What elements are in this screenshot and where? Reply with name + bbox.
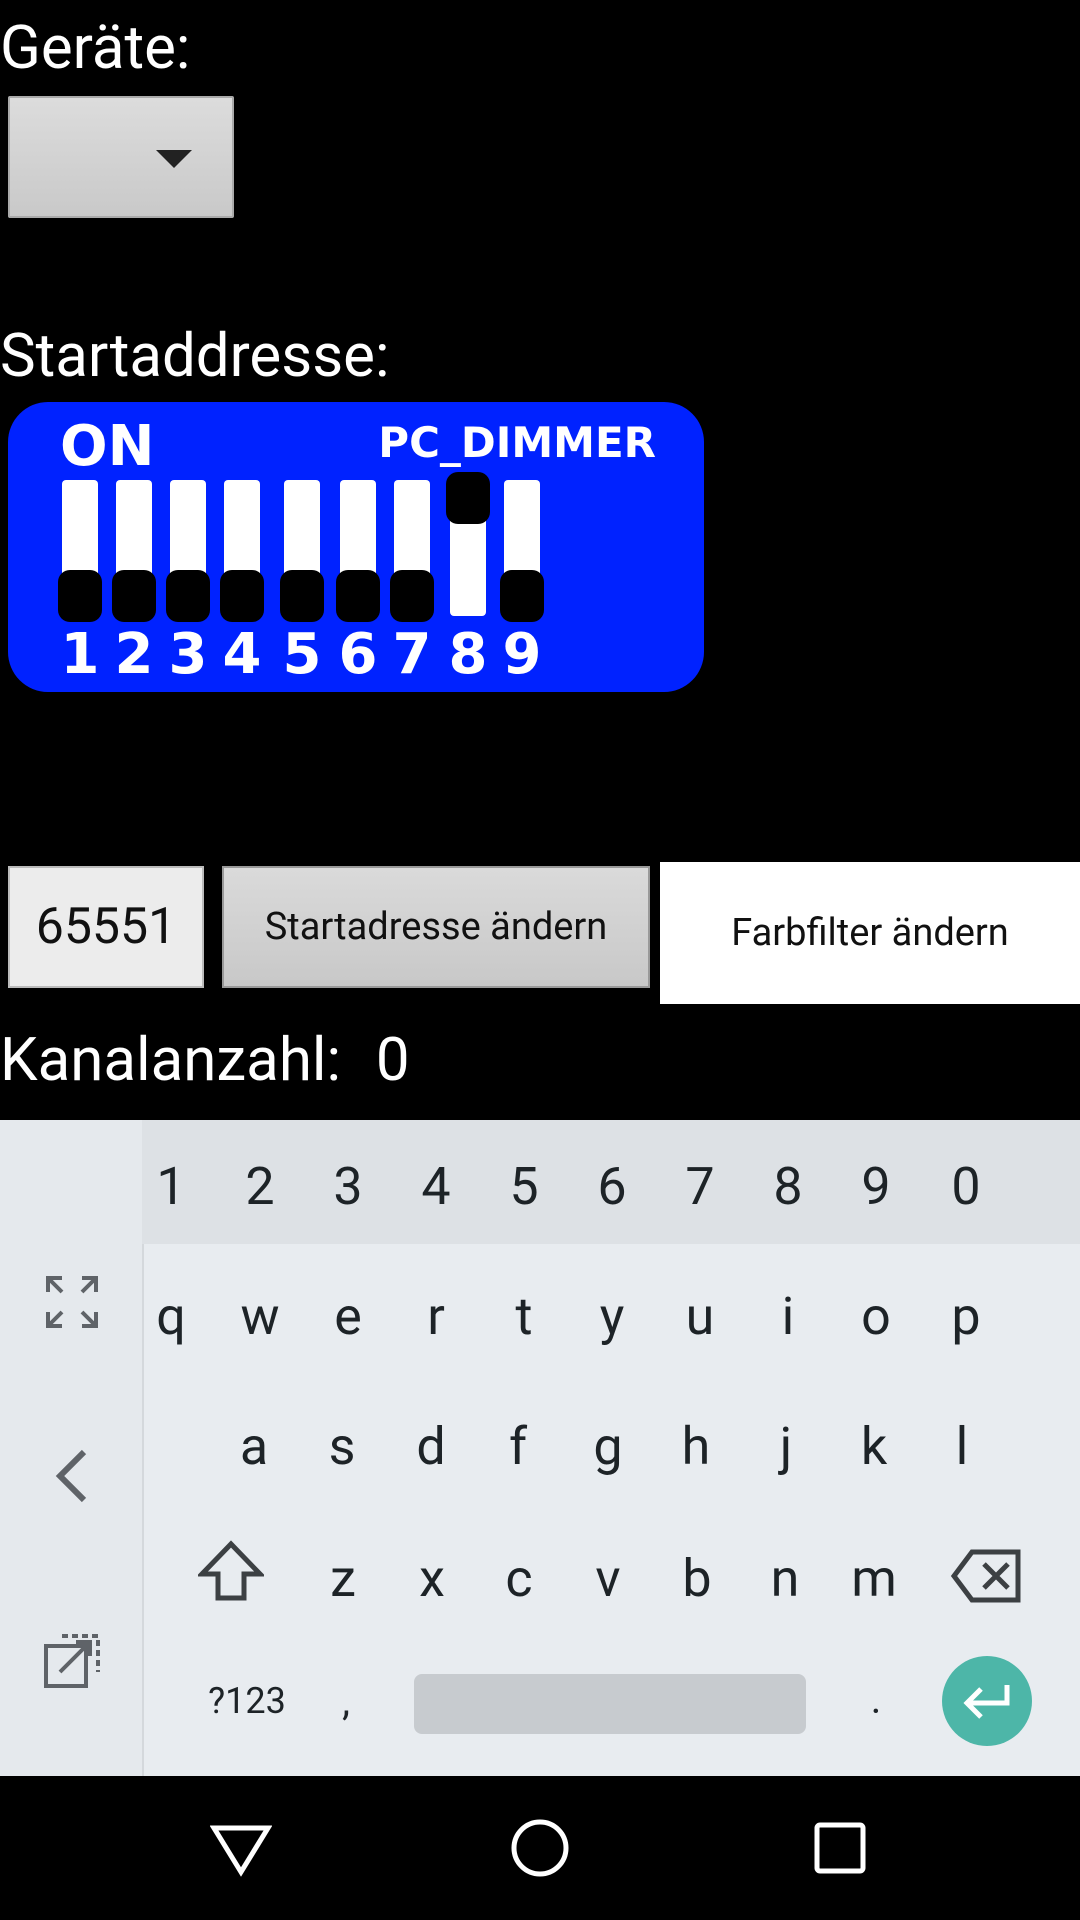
num-key-4[interactable]: 4 [396, 1156, 476, 1217]
letter-key-y[interactable]: y [572, 1286, 652, 1347]
dip-number-label: 9 [502, 622, 542, 687]
dip-switch-7[interactable] [390, 480, 434, 622]
letter-key-j[interactable]: j [746, 1416, 826, 1477]
change-color-filter-button[interactable]: Farbfilter ändern [660, 862, 1080, 1004]
dip-knob [166, 570, 210, 622]
dip-number-label: 5 [282, 622, 322, 687]
letter-key-s[interactable]: s [302, 1416, 382, 1477]
num-key-8[interactable]: 8 [748, 1156, 828, 1217]
dip-knob [112, 570, 156, 622]
address-input[interactable]: 65551 [8, 866, 204, 988]
backspace-key-icon[interactable] [950, 1548, 1022, 1608]
letter-key-g[interactable]: g [568, 1416, 648, 1477]
letter-key-n[interactable]: n [745, 1548, 825, 1609]
letter-key-v[interactable]: v [568, 1548, 648, 1609]
dip-brand-label: PC_DIMMER [378, 418, 656, 467]
soft-keyboard: 1234567890 qwertyuiop asdfghjkl zxcvbnm ?12… [0, 1120, 1080, 1776]
letter-key-r[interactable]: r [396, 1286, 476, 1347]
dip-knob [390, 570, 434, 622]
back-nav-icon[interactable] [209, 1822, 273, 1882]
dip-knob [336, 570, 380, 622]
letter-key-b[interactable]: b [657, 1548, 737, 1609]
dip-switch-1[interactable] [58, 480, 102, 622]
dip-knob [58, 570, 102, 622]
letter-key-z[interactable]: z [303, 1548, 383, 1609]
num-key-6[interactable]: 6 [572, 1156, 652, 1217]
expand-icon[interactable] [36, 1266, 108, 1338]
dip-number-label: 3 [168, 622, 208, 687]
dip-switch-3[interactable] [166, 480, 210, 622]
dip-knob [446, 472, 490, 524]
symbols-key[interactable]: ?123 [192, 1680, 302, 1722]
home-nav-icon[interactable] [510, 1818, 570, 1882]
letter-key-u[interactable]: u [660, 1286, 740, 1347]
dip-switch-6[interactable] [336, 480, 380, 622]
dip-switch-5[interactable] [280, 480, 324, 622]
letter-key-m[interactable]: m [834, 1548, 914, 1609]
letter-key-t[interactable]: t [484, 1286, 564, 1347]
letter-key-e[interactable]: e [308, 1286, 388, 1347]
dip-number-label: 8 [448, 622, 488, 687]
dip-switch-2[interactable] [112, 480, 156, 622]
letter-key-x[interactable]: x [392, 1548, 472, 1609]
start-address-label: Startaddresse: [0, 320, 390, 391]
dip-number-label: 7 [392, 622, 432, 687]
recents-nav-icon[interactable] [814, 1822, 866, 1878]
dip-switch-4[interactable] [220, 480, 264, 622]
enter-key[interactable] [942, 1656, 1032, 1746]
period-key[interactable]: . [836, 1676, 916, 1723]
letter-key-k[interactable]: k [834, 1416, 914, 1477]
dip-switch[interactable]: ON PC_DIMMER 123456789 [8, 402, 704, 692]
letter-key-a[interactable]: a [214, 1416, 294, 1477]
dropdown-arrow-icon [156, 150, 192, 168]
letter-key-c[interactable]: c [479, 1548, 559, 1609]
num-key-0[interactable]: 0 [926, 1156, 1006, 1217]
space-key[interactable] [414, 1674, 806, 1734]
dip-number-label: 6 [338, 622, 378, 687]
devices-label: Geräte: [0, 12, 191, 83]
comma-key[interactable]: , [306, 1678, 386, 1725]
dip-number-label: 2 [114, 622, 154, 687]
dip-knob [500, 570, 544, 622]
resize-keyboard-icon[interactable] [36, 1626, 108, 1698]
letter-key-f[interactable]: f [478, 1416, 558, 1477]
shift-key-icon[interactable] [196, 1540, 268, 1610]
channel-count: Kanalanzahl: 0 [0, 1024, 410, 1095]
change-start-address-button[interactable]: Startadresse ändern [222, 866, 650, 988]
dip-switch-9[interactable] [500, 480, 544, 622]
dip-knob [220, 570, 264, 622]
letter-key-w[interactable]: w [220, 1286, 300, 1347]
letter-key-l[interactable]: l [922, 1416, 1002, 1477]
num-key-7[interactable]: 7 [660, 1156, 740, 1217]
channel-count-value: 0 [375, 1024, 410, 1095]
num-key-5[interactable]: 5 [484, 1156, 564, 1217]
num-key-3[interactable]: 3 [308, 1156, 388, 1217]
num-key-1[interactable]: 1 [131, 1156, 211, 1217]
letter-key-q[interactable]: q [131, 1286, 211, 1347]
back-chevron-icon[interactable] [36, 1440, 108, 1512]
channel-count-label: Kanalanzahl: [0, 1024, 341, 1095]
keyboard-side-panel [0, 1120, 144, 1776]
letter-key-h[interactable]: h [656, 1416, 736, 1477]
letter-key-i[interactable]: i [748, 1286, 828, 1347]
dip-number-label: 4 [222, 622, 262, 687]
letter-key-p[interactable]: p [926, 1286, 1006, 1347]
navigation-bar [0, 1776, 1080, 1920]
dip-number-label: 1 [60, 622, 100, 687]
dip-knob [280, 570, 324, 622]
letter-key-d[interactable]: d [391, 1416, 471, 1477]
num-key-2[interactable]: 2 [220, 1156, 300, 1217]
dip-switch-8[interactable] [446, 472, 490, 616]
letter-key-o[interactable]: o [836, 1286, 916, 1347]
devices-dropdown[interactable] [8, 96, 234, 218]
num-key-9[interactable]: 9 [836, 1156, 916, 1217]
dip-on-label: ON [60, 414, 155, 479]
